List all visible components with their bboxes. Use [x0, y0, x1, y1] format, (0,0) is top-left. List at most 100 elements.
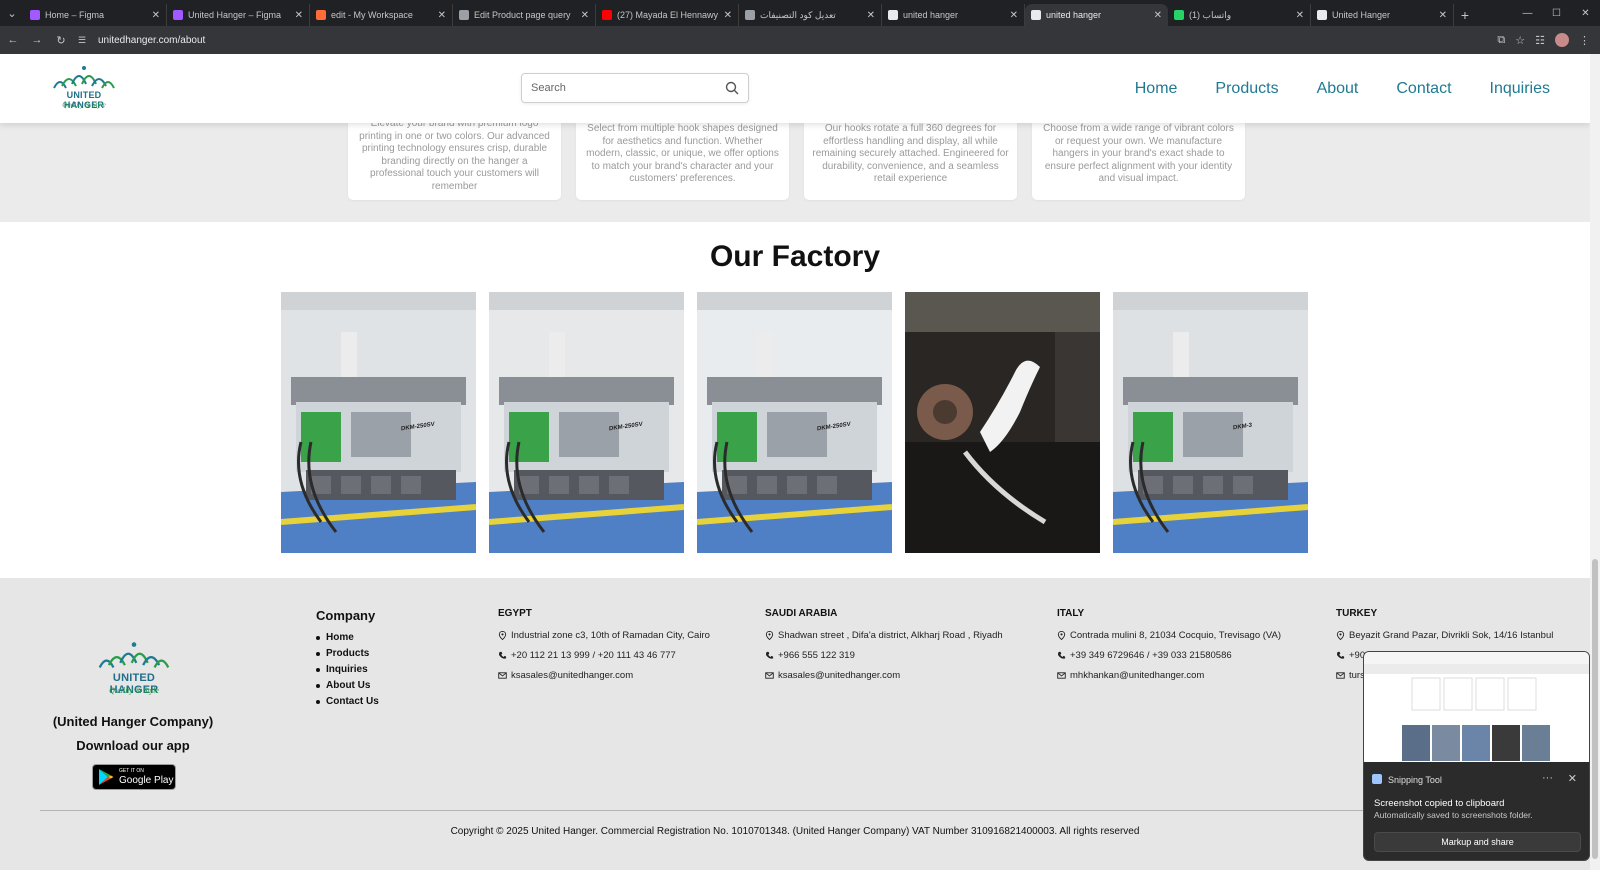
tab-close-icon[interactable]: ✕ — [581, 10, 589, 21]
factory-photo[interactable]: DKM-250SV — [697, 292, 892, 553]
footer-link-home[interactable]: Home — [316, 630, 379, 646]
tab-close-icon[interactable]: ✕ — [438, 10, 446, 21]
more-options-icon[interactable]: ··· — [1542, 772, 1553, 784]
browser-tab[interactable]: Edit Product page query ✕ — [453, 4, 596, 26]
tab-close-icon[interactable]: ✕ — [1296, 10, 1304, 21]
phone-icon — [765, 651, 774, 659]
browser-tab[interactable]: united hanger ✕ — [1025, 4, 1168, 26]
close-window-icon[interactable]: ✕ — [1571, 0, 1600, 26]
country-phone[interactable]: +20 112 21 13 999 / +20 111 43 46 777 — [498, 645, 710, 665]
menu-icon[interactable]: ⋮ — [1579, 34, 1590, 47]
tab-close-icon[interactable]: ✕ — [152, 10, 160, 21]
site-logo[interactable]: UNITED HANGER Quality & Style — [46, 64, 122, 112]
tab-title: Home – Figma — [45, 10, 105, 20]
tab-close-icon[interactable]: ✕ — [295, 10, 303, 21]
maximize-icon[interactable]: ☐ — [1542, 0, 1571, 26]
service-card-hook-shapes: Select from multiple hook shapes designe… — [576, 123, 789, 200]
service-card-logo-printing: Elevate your brand with premium logo pri… — [348, 118, 561, 200]
screenshot-preview[interactable] — [1364, 652, 1589, 762]
country-email[interactable]: ksasales@unitedhanger.com — [765, 665, 1003, 685]
country-address: Shadwan street , Difa'a district, Alkhar… — [765, 625, 1003, 645]
google-play-button[interactable]: GET IT ON Google Play — [92, 764, 176, 790]
site-header: UNITED HANGER Quality & Style Home Produ… — [0, 54, 1590, 123]
new-tab-button[interactable]: + — [1454, 4, 1476, 26]
country-email[interactable]: mhkhankan@unitedhanger.com — [1057, 665, 1281, 685]
nav-about[interactable]: About — [1317, 80, 1359, 98]
browser-tab[interactable]: (1) واتساب ✕ — [1168, 4, 1311, 26]
tab-close-icon[interactable]: ✕ — [724, 10, 732, 21]
nav-products[interactable]: Products — [1215, 80, 1278, 98]
email-icon — [1057, 671, 1066, 679]
browser-tab[interactable]: United Hanger ✕ — [1311, 4, 1454, 26]
search-icon[interactable] — [725, 81, 739, 95]
tab-favicon-icon — [459, 10, 469, 20]
markup-and-share-button[interactable]: Markup and share — [1374, 832, 1581, 852]
browser-tab[interactable]: تعديل كود التصنيفات ✕ — [739, 4, 882, 26]
tab-close-icon[interactable]: ✕ — [1154, 10, 1162, 21]
footer-link-about-us[interactable]: About Us — [316, 678, 379, 694]
tab-close-icon[interactable]: ✕ — [1010, 10, 1018, 21]
location-pin-icon — [765, 630, 774, 640]
footer-company-heading: Company — [316, 608, 376, 623]
forward-icon[interactable]: → — [26, 29, 48, 51]
phone-text: +39 349 6729646 / +39 033 21580586 — [1070, 649, 1232, 661]
country-address: Industrial zone c3, 10th of Ramadan City… — [498, 625, 710, 645]
country-email[interactable]: ksasales@unitedhanger.com — [498, 665, 710, 685]
nav-inquiries[interactable]: Inquiries — [1490, 80, 1550, 98]
tab-search-icon[interactable]: ⌄ — [0, 0, 24, 26]
search-input[interactable] — [531, 82, 725, 94]
snipping-tool-icon — [1372, 774, 1382, 784]
location-pin-icon — [1057, 630, 1066, 640]
factory-photo[interactable] — [905, 292, 1100, 553]
minimize-icon[interactable]: — — [1513, 0, 1542, 26]
footer-link-inquiries[interactable]: Inquiries — [316, 662, 379, 678]
factory-photo[interactable]: DKM-250SV — [489, 292, 684, 553]
extensions-icon[interactable]: ☷ — [1535, 34, 1545, 47]
nav-home[interactable]: Home — [1135, 80, 1178, 98]
footer-link-label: Products — [326, 648, 370, 659]
scrollbar-thumb[interactable] — [1592, 559, 1598, 859]
install-app-icon[interactable]: ⧉ — [1497, 34, 1505, 47]
tab-close-icon[interactable]: ✕ — [1439, 10, 1447, 21]
browser-tab[interactable]: (27) Mayada El Hennawy - Eh ✕ — [596, 4, 739, 26]
reload-icon[interactable]: ↻ — [50, 29, 72, 51]
copyright-text: Copyright © 2025 United Hanger. Commerci… — [450, 826, 1140, 837]
close-icon[interactable]: ✕ — [1568, 772, 1577, 785]
toolbar-right: ⧉ ☆ ☷ ⋮ — [1497, 26, 1590, 54]
browser-tab[interactable]: Home – Figma ✕ — [24, 4, 167, 26]
country-phone[interactable]: +39 349 6729646 / +39 033 21580586 — [1057, 645, 1281, 665]
country-phone[interactable]: +966 555 122 319 — [765, 645, 1003, 665]
profile-avatar[interactable] — [1555, 33, 1569, 47]
bullet — [316, 700, 320, 704]
tab-favicon-icon — [1174, 10, 1184, 20]
location-pin-icon — [1336, 630, 1345, 640]
bookmark-star-icon[interactable]: ☆ — [1515, 34, 1525, 47]
browser-toolbar: ← → ↻ ☰ unitedhanger.com/about ⧉ ☆ ☷ ⋮ — [0, 26, 1600, 54]
factory-photo[interactable]: DKM-3 — [1113, 292, 1308, 553]
phone-icon — [1336, 651, 1345, 659]
address-bar[interactable]: ☰ unitedhanger.com/about — [78, 29, 1458, 51]
country-name: ITALY — [1057, 608, 1085, 619]
tab-title: united hanger — [903, 10, 959, 20]
browser-tab[interactable]: United Hanger – Figma ✕ — [167, 4, 310, 26]
browser-tab[interactable]: edit - My Workspace ✕ — [310, 4, 453, 26]
tab-close-icon[interactable]: ✕ — [867, 10, 875, 21]
browser-tab[interactable]: united hanger ✕ — [882, 4, 1025, 26]
footer-logo[interactable]: UNITED HANGER Quality & Style — [88, 640, 180, 700]
back-icon[interactable]: ← — [2, 29, 24, 51]
footer-logo-tagline: Quality & Style — [109, 686, 159, 695]
factory-photo[interactable]: DKM-250SV — [281, 292, 476, 553]
service-card-rotating-hooks: Our hooks rotate a full 360 degrees for … — [804, 123, 1017, 200]
footer-link-label: About Us — [326, 680, 371, 691]
site-info-icon[interactable]: ☰ — [78, 35, 92, 46]
snipping-tool-notification[interactable]: Snipping Tool ··· ✕ Screenshot copied to… — [1363, 651, 1590, 861]
page-scrollbar[interactable] — [1590, 54, 1600, 870]
footer-link-contact-us[interactable]: Contact Us — [316, 694, 379, 710]
footer-country-egypt: EGYPT Industrial zone c3, 10th of Ramadan… — [498, 608, 710, 685]
email-icon — [498, 671, 507, 679]
nav-contact[interactable]: Contact — [1396, 80, 1451, 98]
tab-title: (1) واتساب — [1189, 9, 1232, 20]
country-address: Beyazit Grand Pazar, Divrikli Sok, 14/16… — [1336, 625, 1553, 645]
services-section: Elevate your brand with premium logo pri… — [0, 118, 1590, 222]
footer-link-products[interactable]: Products — [316, 646, 379, 662]
